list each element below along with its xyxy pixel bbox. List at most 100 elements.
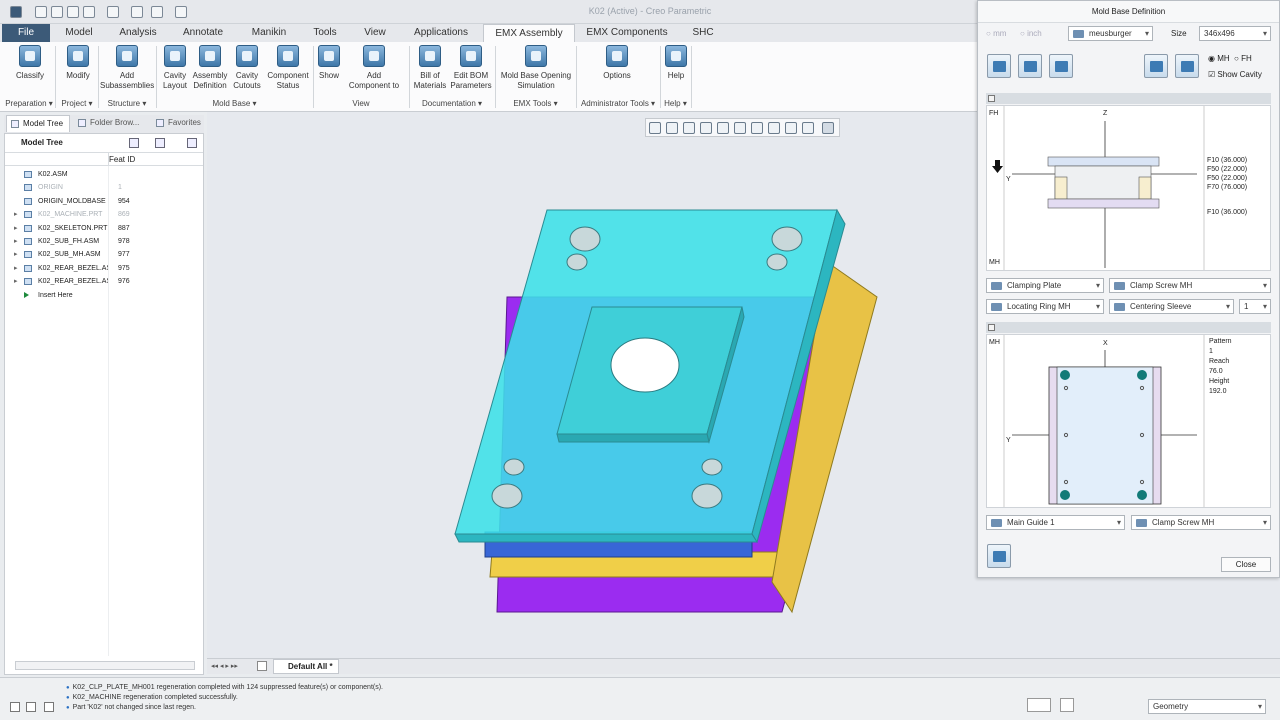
count-select[interactable]: 1 xyxy=(1239,299,1271,314)
display-style-icon[interactable] xyxy=(717,122,729,134)
tree-row[interactable]: ▸ K02_SUB_FH.ASM 978 xyxy=(5,235,203,248)
screw-select[interactable]: Clamp Screw MH xyxy=(1109,278,1271,293)
view-nav-arrows[interactable]: ◂◂ ◂ ▸ ▸▸ xyxy=(211,662,251,670)
group-documentation[interactable]: Documentation ▾ xyxy=(409,99,495,108)
tree-settings-icon[interactable] xyxy=(129,138,139,148)
save-icon[interactable] xyxy=(1018,54,1042,78)
tab-annotate[interactable]: Annotate xyxy=(172,24,234,42)
view-tab-default[interactable]: Default All * xyxy=(273,659,339,674)
filter-icon[interactable] xyxy=(187,138,197,148)
close-button[interactable]: Close xyxy=(1221,557,1271,572)
redo-icon[interactable] xyxy=(107,6,119,18)
save-icon[interactable] xyxy=(67,6,79,18)
horizontal-scrollbar[interactable] xyxy=(15,661,195,670)
tab-applications[interactable]: Applications xyxy=(404,24,478,42)
selection-icon[interactable] xyxy=(1060,698,1074,712)
tab-folder-browser[interactable]: Folder Brow... xyxy=(74,115,148,132)
expand-icon[interactable]: ▸ xyxy=(14,208,18,221)
tab-favorites[interactable]: Favorites xyxy=(152,115,204,132)
app-icon[interactable] xyxy=(10,6,22,18)
classify-button[interactable]: Classify xyxy=(10,45,50,81)
show-button[interactable]: Show xyxy=(316,45,342,81)
tab-shc[interactable]: SHC xyxy=(680,24,726,42)
add-view-icon[interactable] xyxy=(257,661,267,671)
regenerate-icon[interactable] xyxy=(131,6,143,18)
bottom-sketch-area[interactable]: MH X Y Pattern 1 Reach 76.0 Height 192.0 xyxy=(986,334,1271,508)
assembly-definition-button[interactable]: Assembly Definition xyxy=(191,45,229,91)
group-preparation[interactable]: Preparation ▾ xyxy=(2,99,56,108)
close-window-icon[interactable] xyxy=(175,6,187,18)
delete-icon[interactable] xyxy=(1144,54,1168,78)
guide-screw-select[interactable]: Clamp Screw MH xyxy=(1131,515,1271,530)
group-help[interactable]: Help ▾ xyxy=(660,99,691,108)
tab-model-tree[interactable]: Model Tree xyxy=(6,115,70,132)
collapse-icon[interactable] xyxy=(988,95,995,102)
refit-icon[interactable] xyxy=(649,122,661,134)
expand-icon[interactable]: ▸ xyxy=(14,275,18,288)
tab-emx-assembly[interactable]: EMX Assembly xyxy=(483,24,575,42)
group-mold-base[interactable]: Mold Base ▾ xyxy=(156,99,313,108)
add-component-button[interactable]: Add Component to xyxy=(344,45,404,91)
simulation-button[interactable]: Mold Base Opening Simulation xyxy=(499,45,573,91)
side-mh-radio[interactable]: ◉ MH xyxy=(1208,54,1230,63)
locating-ring-select[interactable]: Locating Ring MH xyxy=(986,299,1104,314)
tree-row[interactable]: ORIGIN_MOLDBASE 954 xyxy=(5,195,203,208)
plate-select[interactable]: Clamping Plate xyxy=(986,278,1104,293)
status-icon[interactable] xyxy=(26,702,36,712)
spin-center-icon[interactable] xyxy=(802,122,814,134)
undo-icon[interactable] xyxy=(83,6,95,18)
tab-analysis[interactable]: Analysis xyxy=(110,24,166,42)
tree-row[interactable]: ▸ K02_MACHINE.PRT 869 xyxy=(5,208,203,221)
zoom-out-icon[interactable] xyxy=(683,122,695,134)
expand-icon[interactable]: ▸ xyxy=(14,222,18,235)
new-icon[interactable] xyxy=(35,6,47,18)
edit-bom-button[interactable]: Edit BOM Parameters xyxy=(449,45,493,91)
windows-icon[interactable] xyxy=(151,6,163,18)
vendor-select[interactable]: meusburger xyxy=(1068,26,1153,41)
tab-file[interactable]: File xyxy=(2,24,50,42)
unit-inch-radio[interactable]: ○ inch xyxy=(1020,29,1042,38)
cavity-layout-button[interactable]: Cavity Layout xyxy=(159,45,191,91)
group-administrator-tools[interactable]: Administrator Tools ▾ xyxy=(576,99,660,108)
tab-manikin[interactable]: Manikin xyxy=(240,24,298,42)
datum-display-icon[interactable] xyxy=(785,122,797,134)
guide-select[interactable]: Main Guide 1 xyxy=(986,515,1125,530)
top-sketch-area[interactable]: FH MH Z Y F10 (36.000) F50 (22.000) F50 … xyxy=(986,105,1271,271)
perspective-icon[interactable] xyxy=(768,122,780,134)
tree-row[interactable]: ▸ K02_REAR_BEZEL.AS 975 xyxy=(5,262,203,275)
selection-filter[interactable]: Geometry xyxy=(1148,699,1266,714)
find-icon[interactable] xyxy=(1027,698,1051,712)
saved-views-icon[interactable] xyxy=(734,122,746,134)
section-header[interactable] xyxy=(986,322,1271,333)
group-project[interactable]: Project ▾ xyxy=(56,99,98,108)
modify-button[interactable]: Modify xyxy=(58,45,98,81)
open-icon[interactable] xyxy=(51,6,63,18)
tree-row[interactable]: K02.ASM xyxy=(5,168,203,181)
status-icon[interactable] xyxy=(10,702,20,712)
sleeve-select[interactable]: Centering Sleeve xyxy=(1109,299,1234,314)
unit-mm-radio[interactable]: ○ mm xyxy=(986,29,1006,38)
size-select[interactable]: 346x496 xyxy=(1199,26,1271,41)
show-cavity-checkbox[interactable]: ☑ Show Cavity xyxy=(1208,70,1262,79)
status-icon[interactable] xyxy=(44,702,54,712)
bill-of-materials-button[interactable]: Bill of Materials xyxy=(412,45,448,91)
options-button[interactable]: Options xyxy=(596,45,638,81)
file-icon[interactable] xyxy=(1049,54,1073,78)
tree-row[interactable]: ▸ K02_SKELETON.PRT 887 xyxy=(5,222,203,235)
feat-id-header[interactable]: Feat ID xyxy=(109,153,135,166)
tab-model[interactable]: Model xyxy=(54,24,104,42)
simulation-icon[interactable] xyxy=(987,544,1011,568)
load-icon[interactable] xyxy=(987,54,1011,78)
annotation-display-icon[interactable] xyxy=(822,122,834,134)
cavity-cutouts-button[interactable]: Cavity Cutouts xyxy=(230,45,264,91)
view-manager-icon[interactable] xyxy=(751,122,763,134)
search-icon[interactable] xyxy=(1175,54,1199,78)
expand-icon[interactable]: ▸ xyxy=(14,248,18,261)
add-subassemblies-button[interactable]: Add Subassemblies xyxy=(100,45,154,91)
tab-view[interactable]: View xyxy=(352,24,398,42)
tree-row[interactable]: ORIGIN 1 xyxy=(5,181,203,194)
tree-row[interactable]: ▸ K02_SUB_MH.ASM 977 xyxy=(5,248,203,261)
repaint-icon[interactable] xyxy=(700,122,712,134)
component-status-button[interactable]: Component Status xyxy=(265,45,311,91)
expand-icon[interactable]: ▸ xyxy=(14,235,18,248)
